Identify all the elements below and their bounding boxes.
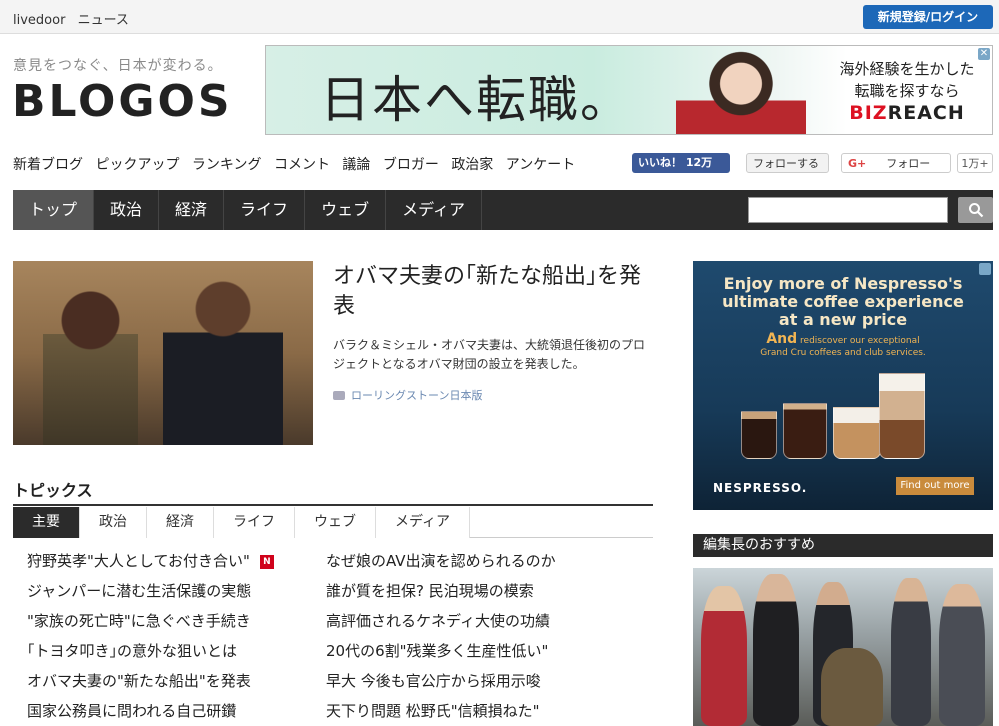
ad-brand-prefix: BIZ	[849, 102, 888, 124]
topics-tab-economy[interactable]: 経済	[147, 507, 214, 538]
search-input[interactable]	[748, 197, 948, 223]
facebook-like-button[interactable]: いいね！ 12万	[632, 153, 730, 173]
photo-figure	[753, 574, 799, 726]
top-bar: livedoor ニュース 新規登録/ログイン	[0, 0, 999, 34]
sidebar-ad-subcopy: And rediscover our exceptional Grand Cru…	[693, 331, 993, 359]
topics-tab-main[interactable]: 主要	[13, 507, 80, 538]
ad-copy: 海外経験を生かした 転職を探すなら	[832, 58, 982, 102]
topic-link[interactable]: 早大 今後も官公庁から採用示唆	[326, 670, 556, 700]
subnav-debate[interactable]: 議論	[342, 157, 370, 173]
tab-media[interactable]: メディア	[386, 190, 482, 230]
subnav-bloggers[interactable]: ブロガー	[383, 157, 439, 173]
coffee-cup-icon	[783, 403, 827, 459]
gplus-count: 1万+	[957, 153, 993, 173]
tab-politics[interactable]: 政治	[94, 190, 160, 230]
topics-list-left: 狩野英孝"大人としてお付き合い" N ジャンパーに潜む生活保護の実態 "家族の死亡…	[27, 550, 274, 726]
search-button[interactable]	[958, 197, 993, 223]
topic-link[interactable]: 天下り問題 松野氏"信頼損ねた"	[326, 700, 556, 726]
tab-economy[interactable]: 経済	[159, 190, 225, 230]
editor-picks-photo[interactable]	[693, 568, 993, 726]
photo-figure	[891, 578, 931, 726]
photo-figure	[821, 648, 883, 726]
sidebar-ad-sub-line1: rediscover our exceptional	[800, 336, 920, 346]
feature-source[interactable]: ローリングストーン日本版	[333, 387, 482, 403]
editor-picks-heading: 編集長のおすすめ	[693, 534, 993, 557]
topics-divider	[13, 504, 653, 506]
site-brand[interactable]: livedoor ニュース	[13, 9, 137, 28]
register-login-button[interactable]: 新規登録/ログイン	[863, 5, 993, 29]
topic-link[interactable]: なぜ娘のAV出演を認められるのか	[326, 550, 556, 580]
topic-link[interactable]: ジャンパーに潜む生活保護の実態	[27, 580, 274, 610]
photo-figure	[701, 586, 747, 726]
gplus-icon: G+	[848, 157, 867, 170]
subnav-survey[interactable]: アンケート	[506, 157, 575, 173]
nespresso-logo: NESPRESSO.	[713, 481, 808, 495]
feature-photo-person-left	[43, 283, 138, 445]
ad-copy-line2: 転職を探すなら	[854, 82, 960, 100]
subnav-new-blogs[interactable]: 新着ブログ	[13, 157, 83, 173]
topic-link[interactable]: ｢トヨタ叩き｣の意外な狙いとは	[27, 640, 274, 670]
sidebar-ad-headline-line2: ultimate coffee experience	[722, 292, 964, 311]
topic-link[interactable]: "家族の死亡時"に急ぐべき手続き	[27, 610, 274, 640]
topic-link[interactable]: 20代の6割"残業多く生産性低い"	[326, 640, 556, 670]
topic-link[interactable]: オバマ夫妻の"新たな船出"を発表	[27, 670, 274, 700]
tab-life[interactable]: ライフ	[224, 190, 306, 230]
sub-navigation: 新着ブログ ピックアップ ランキング コメント 議論 ブロガー 政治家 アンケー…	[13, 154, 583, 174]
find-out-more-button[interactable]: Find out more	[896, 477, 974, 495]
ad-copy-line1: 海外経験を生かした	[839, 60, 975, 78]
tab-web[interactable]: ウェブ	[305, 190, 387, 230]
topic-link[interactable]: 誰が質を担保? 民泊現場の模索	[326, 580, 556, 610]
sidebar-ad-sub-line2: Grand Cru coffees and club services.	[760, 348, 926, 358]
coffee-cup-icon	[741, 411, 777, 459]
topics-tab-life[interactable]: ライフ	[214, 507, 295, 538]
feature-photo-person-right	[163, 273, 283, 445]
brand-livedoor[interactable]: livedoor	[13, 13, 65, 28]
subnav-pickup[interactable]: ピックアップ	[95, 157, 179, 173]
blogos-logo[interactable]: BLOGOS	[12, 76, 233, 127]
coffee-cup-icon	[879, 373, 925, 459]
subnav-politicians[interactable]: 政治家	[451, 157, 493, 173]
ad-close-icon[interactable]: ✕	[978, 48, 990, 60]
sidebar-ad[interactable]: Enjoy more of Nespresso's ultimate coffe…	[693, 261, 993, 510]
feature-title[interactable]: オバマ夫妻の｢新たな船出｣を発表	[333, 262, 653, 322]
topic-link[interactable]: 国家公務員に問われる自己研鑽	[27, 700, 274, 726]
feature-description: バラク＆ミシェル・オバマ夫妻は、大統領退任後初のプロジェクトとなるオバマ財団の設…	[333, 338, 646, 371]
search-icon	[969, 203, 984, 218]
ad-headline: 日本へ転職。	[320, 71, 632, 129]
photo-figure	[939, 584, 985, 726]
feature-photo[interactable]	[13, 261, 313, 445]
camera-icon	[333, 391, 345, 400]
topics-tab-politics[interactable]: 政治	[80, 507, 147, 538]
topic-link[interactable]: 狩野英孝"大人としてお付き合い" N	[27, 550, 274, 580]
new-badge: N	[259, 555, 274, 569]
ad-photo	[676, 50, 806, 134]
tab-top[interactable]: トップ	[13, 190, 95, 230]
gplus-label: フォロー	[886, 157, 931, 170]
twitter-follow-button[interactable]: フォローする	[746, 153, 829, 173]
topic-link-text[interactable]: 狩野英孝"大人としてお付き合い"	[27, 552, 250, 570]
site-tagline: 意見をつなぐ、日本が変わる。	[13, 58, 223, 74]
subnav-comments[interactable]: コメント	[274, 157, 330, 173]
ad-brand-suffix: REACH	[887, 102, 965, 124]
top-ad-banner[interactable]: 日本へ転職。 海外経験を生かした 転職を探すなら BIZREACH ✕	[265, 45, 993, 135]
brand-news[interactable]: ニュース	[78, 13, 129, 28]
ad-brand: BIZREACH	[832, 102, 982, 124]
topic-link[interactable]: 高評価されるケネディ大使の功績	[326, 610, 556, 640]
feature-source-label: ローリングストーン日本版	[351, 389, 483, 402]
sidebar-ad-sub-lead: And	[766, 331, 798, 347]
topics-heading: トピックス	[13, 481, 93, 500]
coffee-cup-icon	[833, 407, 881, 459]
gplus-follow-button[interactable]: G+ フォロー	[841, 153, 951, 173]
sidebar-ad-headline: Enjoy more of Nespresso's ultimate coffe…	[693, 275, 993, 329]
sidebar-ad-headline-line1: Enjoy more of Nespresso's	[723, 274, 963, 293]
sidebar-ad-headline-line3: at a new price	[778, 310, 908, 329]
subnav-ranking[interactable]: ランキング	[192, 157, 262, 173]
topics-list-right: なぜ娘のAV出演を認められるのか 誰が質を担保? 民泊現場の模索 高評価されるケ…	[326, 550, 556, 726]
topics-tabs: 主要 政治 経済 ライフ ウェブ メディア	[13, 507, 653, 538]
topics-tab-web[interactable]: ウェブ	[295, 507, 376, 538]
ad-info-icon[interactable]	[979, 263, 991, 275]
topics-tab-media[interactable]: メディア	[376, 507, 471, 538]
